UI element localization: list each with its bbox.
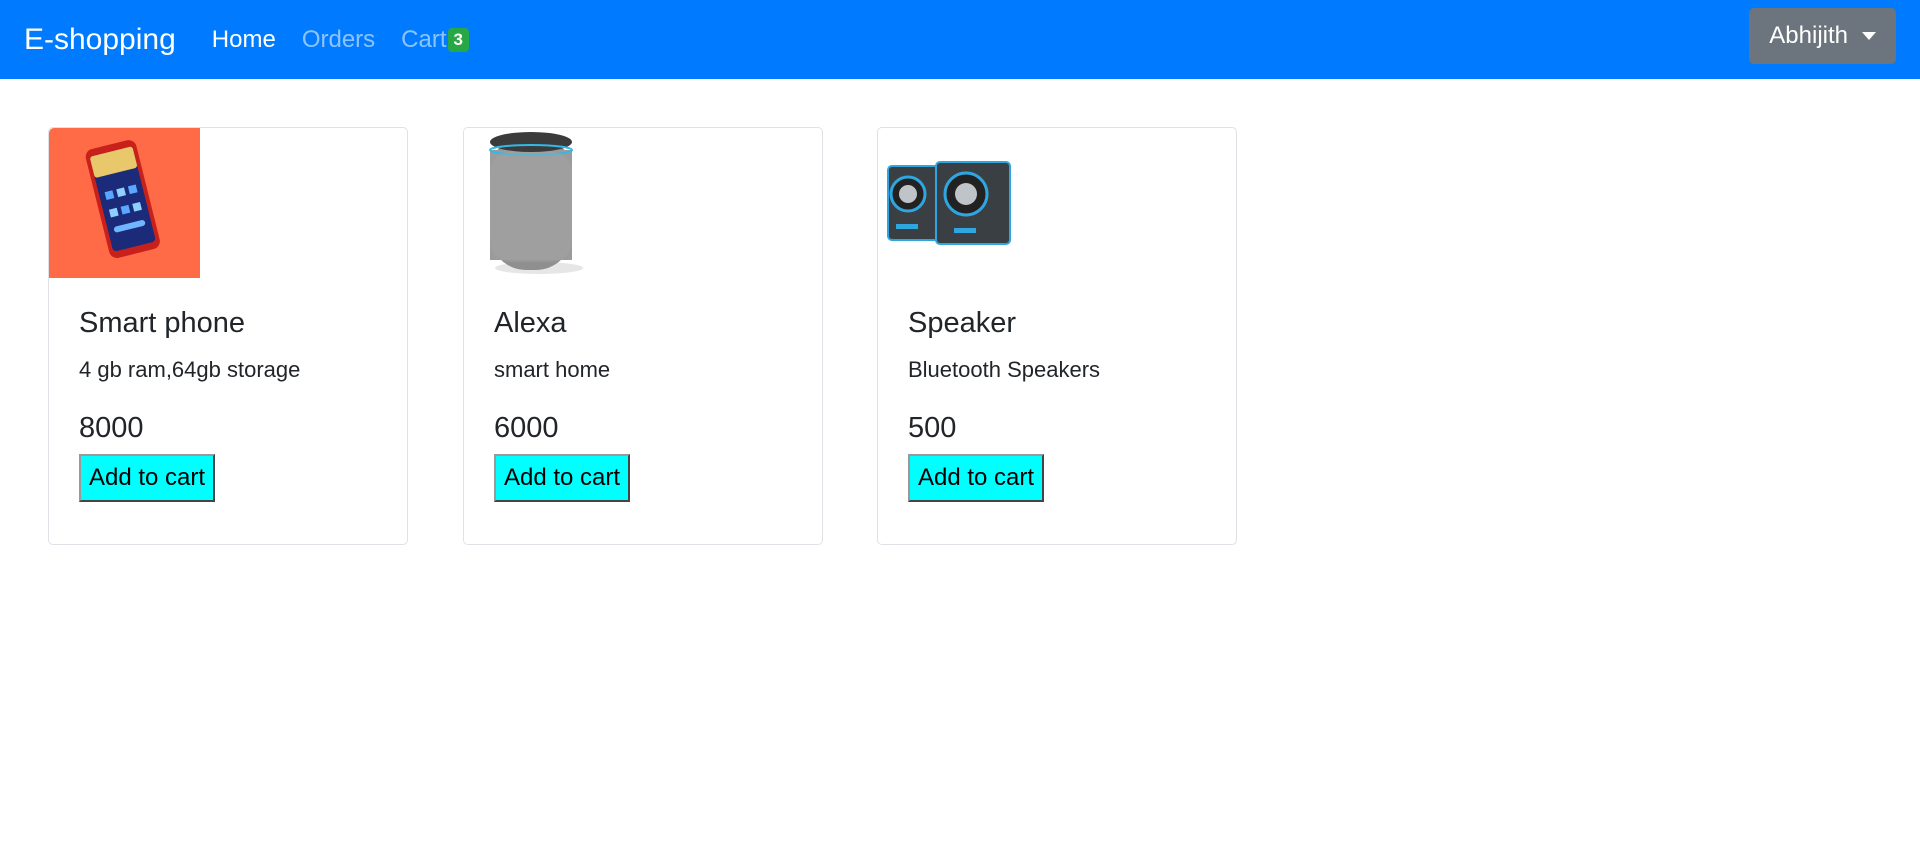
product-description: smart home [494, 357, 611, 382]
product-title: Alexa [494, 307, 567, 339]
add-to-cart-button[interactable]: Add to cart [79, 454, 216, 502]
product-title: Smart phone [79, 307, 246, 339]
product-card: Speaker Bluetooth Speakers 500 Add to ca… [877, 127, 1237, 545]
user-menu-button[interactable]: Abhijith [1749, 8, 1896, 64]
brand-logo[interactable]: E-shopping [24, 23, 176, 57]
cart-label: Cart [401, 25, 447, 53]
product-card: Smart phone 4 gb ram,64gb storage 8000 A… [48, 127, 408, 545]
product-price: 8000 [79, 412, 144, 444]
card-body: Alexa smart home 6000 Add to cart [494, 303, 802, 502]
product-price: 500 [908, 412, 957, 444]
smart-speaker-image [464, 128, 615, 278]
nav-link-cart[interactable]: Cart 3 [401, 26, 469, 54]
smartphone-image [49, 128, 200, 278]
product-title: Speaker [908, 307, 1017, 339]
product-description: 4 gb ram,64gb storage [79, 357, 301, 382]
product-price: 6000 [494, 412, 559, 444]
cart-count-badge: 3 [447, 27, 469, 52]
add-to-cart-button[interactable]: Add to cart [908, 454, 1045, 502]
add-to-cart-button[interactable]: Add to cart [494, 454, 631, 502]
chevron-down-icon [1862, 32, 1876, 40]
product-description: Bluetooth Speakers [908, 357, 1101, 382]
card-body: Speaker Bluetooth Speakers 500 Add to ca… [908, 303, 1216, 502]
nav-link-orders[interactable]: Orders [302, 26, 375, 54]
card-body: Smart phone 4 gb ram,64gb storage 8000 A… [79, 303, 387, 502]
nav-link-home[interactable]: Home [212, 26, 276, 54]
user-name: Abhijith [1769, 22, 1848, 49]
bluetooth-speakers-image [878, 128, 1029, 278]
top-navbar: E-shopping Home Orders Cart 3 Abhijith [0, 0, 1920, 79]
product-card: Alexa smart home 6000 Add to cart [463, 127, 823, 545]
